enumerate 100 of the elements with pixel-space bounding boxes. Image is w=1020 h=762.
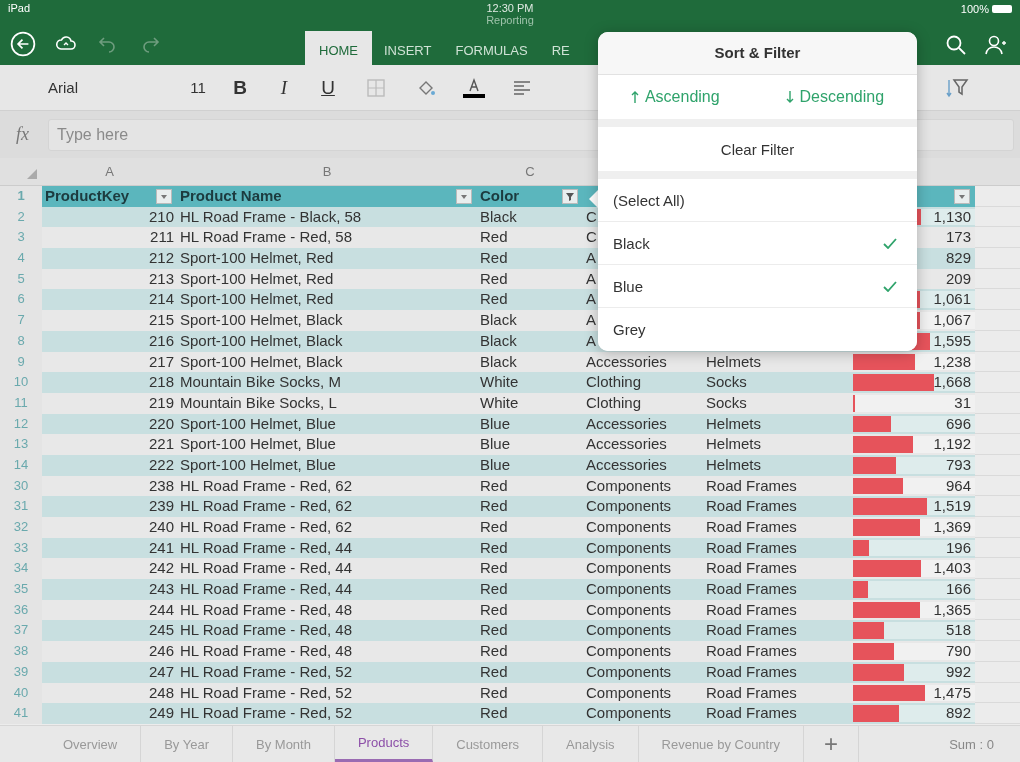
column-letter[interactable]: B	[322, 164, 332, 179]
table-cell-text: 240	[148, 517, 174, 537]
row-number: 34	[12, 559, 30, 578]
table-cell-text: Red	[480, 227, 508, 248]
table-cell-text: Sport-100 Helmet, Red	[180, 268, 334, 289]
row-number: 2	[16, 207, 26, 226]
table-cell-text: Road Frames	[706, 661, 797, 682]
sheet-tab[interactable]: Products	[334, 726, 434, 762]
table-cell-text: 196	[945, 537, 972, 558]
carrier-label: iPad	[8, 2, 31, 16]
filter-icon[interactable]	[562, 188, 578, 204]
dropdown-icon[interactable]	[456, 188, 472, 204]
filter-option[interactable]: Black	[598, 222, 917, 265]
table-cell-text: HL Road Frame - Black, 58	[180, 206, 362, 227]
format-button[interactable]: B	[218, 76, 262, 99]
table-cell-text: Accessories	[586, 351, 667, 372]
row-number: 10	[12, 373, 30, 392]
table-cell-text: Components	[586, 620, 672, 641]
table-cell: Red	[480, 703, 508, 724]
filter-option[interactable]: (Select All)	[598, 179, 917, 222]
function-label: fx	[16, 124, 30, 145]
table-cell-text: Red	[480, 558, 508, 579]
table-cell-text: Sport-100 Helmet, Blue	[180, 413, 336, 434]
table-cell-text: Components	[586, 517, 672, 537]
table-cell-text: Red	[480, 268, 508, 289]
table-cell: Road Frames	[706, 703, 797, 724]
filter-option[interactable]: Blue	[598, 265, 917, 308]
option-label: Black	[613, 234, 650, 252]
search-icon[interactable]	[944, 33, 968, 57]
row-number: 31	[12, 497, 30, 516]
filter-option[interactable]: Grey	[598, 308, 917, 351]
table-cell-text: Components	[586, 475, 672, 496]
arrow-down-icon	[785, 90, 794, 104]
font-size-field[interactable]: 11	[178, 79, 218, 96]
row-number: 36	[12, 600, 30, 619]
table-cell-text: Mountain Bike Socks, L	[180, 392, 337, 413]
table-cell-text: Road Frames	[706, 558, 797, 579]
column-letter[interactable]: C	[525, 164, 535, 179]
table-cell: Clothing	[586, 372, 642, 393]
add-person-icon[interactable]	[984, 33, 1008, 57]
table-cell: Sport-100 Helmet, Black	[180, 310, 343, 331]
add-sheet-button[interactable]: +	[804, 726, 860, 762]
sum-label: Sum : 0	[949, 736, 994, 752]
dropdown-icon[interactable]	[954, 188, 970, 204]
table-cell-text: 214	[148, 289, 174, 310]
table-cell-text: 793	[945, 454, 972, 475]
ribbon-tab[interactable]: INSERT	[372, 33, 444, 67]
font-name-field[interactable]: Arial	[48, 79, 178, 96]
table-cell-text: 209	[945, 268, 972, 289]
format-button[interactable]: U	[306, 76, 350, 99]
row-number: 5	[16, 269, 26, 288]
row-number: 14	[12, 455, 30, 474]
row-number: 11	[13, 393, 29, 412]
table-cell-text: HL Road Frame - Red, 58	[180, 227, 353, 248]
table-cell-text: 992	[945, 661, 972, 682]
sort-descending-button[interactable]: Descending	[779, 87, 891, 107]
table-cell: Red	[480, 641, 508, 662]
back-icon[interactable]	[10, 31, 36, 57]
ribbon-tab[interactable]: HOME	[305, 31, 372, 67]
table-cell-text: Components	[586, 599, 672, 620]
table-cell-text: HL Road Frame - Red, 52	[180, 661, 353, 682]
ribbon-tab[interactable]: RE	[539, 33, 582, 67]
table-cell-text: 219	[148, 392, 174, 413]
table-cell: Components	[586, 703, 672, 724]
column-header: Color	[480, 186, 520, 206]
table-cell: Components	[586, 496, 672, 517]
table-cell-text: 244	[148, 599, 174, 620]
ribbon-tab[interactable]: FORMULAS	[443, 33, 540, 67]
table-cell-text: Components	[586, 558, 672, 579]
table-cell-text: 241	[148, 537, 174, 558]
table-cell-text: 1,061	[933, 289, 972, 310]
table-cell-text: HL Road Frame - Red, 52	[180, 682, 353, 703]
row-number: 13	[12, 435, 30, 454]
table-cell-text: 892	[945, 703, 972, 724]
table-cell-text: 238	[148, 475, 174, 496]
column-letter[interactable]: A	[105, 164, 114, 179]
row-number: 40	[12, 683, 30, 702]
table-cell-text: 1,668	[933, 372, 972, 393]
table-cell-text: 1,192	[933, 434, 972, 455]
table-cell-text: Road Frames	[706, 517, 797, 537]
table-cell-text: Road Frames	[706, 682, 797, 703]
table-cell-text: 1,238	[933, 351, 972, 372]
table-cell: Blue	[480, 434, 511, 455]
table-cell-text: 220	[148, 413, 174, 434]
table-cell-text: C	[586, 206, 597, 227]
format-button[interactable]: I	[262, 76, 306, 99]
column-header: Product Name	[180, 186, 282, 206]
sheet-tab[interactable]: Revenue by Country	[638, 726, 805, 762]
row-number: 39	[12, 662, 30, 681]
option-label: Blue	[613, 277, 644, 295]
table-cell-text: Accessories	[586, 454, 667, 475]
row-number: 7	[16, 311, 26, 330]
dropdown-icon[interactable]	[156, 188, 172, 204]
table-cell-text: Helmets	[706, 454, 761, 475]
table-cell-text: 31	[954, 392, 972, 413]
row-number: 33	[12, 538, 30, 557]
row-number: 3	[16, 228, 26, 247]
table-cell-text: Sport-100 Helmet, Red	[180, 289, 334, 310]
sort-ascending-button[interactable]: Ascending	[624, 87, 726, 107]
table-cell-text: Red	[480, 537, 508, 558]
